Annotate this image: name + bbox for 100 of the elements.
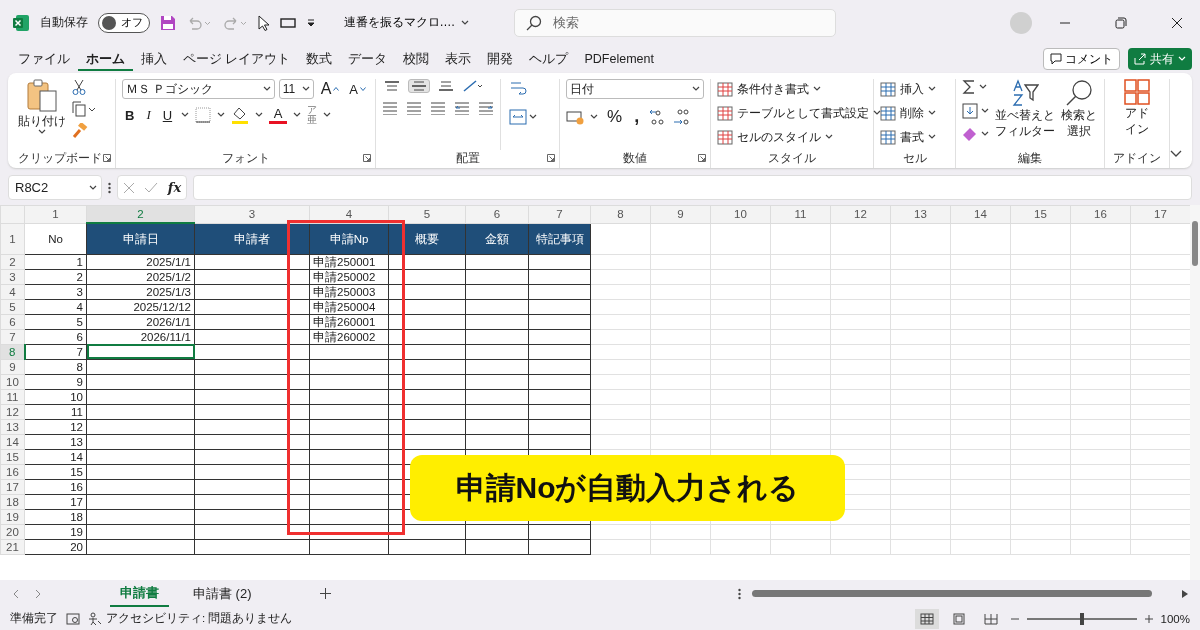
- menu-tab[interactable]: ヘルプ: [521, 47, 577, 71]
- shrink-font-button[interactable]: A: [346, 80, 369, 98]
- vertical-scrollbar[interactable]: [1190, 205, 1200, 580]
- zoom-level[interactable]: 100%: [1160, 612, 1190, 625]
- decrease-decimal-icon[interactable]: [672, 107, 691, 126]
- sheet-tab[interactable]: 申請書: [110, 580, 169, 607]
- macro-recording-icon[interactable]: [66, 612, 80, 625]
- caret-icon[interactable]: [928, 86, 937, 92]
- more-icon[interactable]: [738, 587, 741, 600]
- caret-icon[interactable]: [981, 131, 989, 137]
- dropdown-icon[interactable]: [306, 17, 316, 28]
- more-icon[interactable]: [108, 181, 111, 194]
- caret-icon[interactable]: [529, 114, 537, 120]
- row-header[interactable]: 1: [0, 223, 25, 254]
- caret-icon[interactable]: [262, 86, 271, 92]
- borders-icon[interactable]: [195, 107, 212, 123]
- menu-tab[interactable]: ファイル: [10, 47, 78, 71]
- increase-decimal-icon[interactable]: [648, 107, 667, 126]
- previous-icon[interactable]: [12, 588, 20, 599]
- fill-color-icon[interactable]: [231, 106, 250, 124]
- column-header[interactable]: 14: [950, 205, 1011, 223]
- column-header[interactable]: 10: [710, 205, 771, 223]
- cells-menu-button[interactable]: 挿入: [880, 79, 949, 99]
- comma-button[interactable]: ,: [631, 105, 643, 128]
- font-size-dropdown[interactable]: 11: [278, 79, 314, 99]
- percent-button[interactable]: %: [604, 105, 626, 128]
- menu-tab[interactable]: ホーム: [78, 47, 133, 71]
- column-header[interactable]: 13: [890, 205, 951, 223]
- orientation-icon[interactable]: [462, 79, 482, 93]
- format-painter-icon[interactable]: [72, 123, 88, 139]
- sort-filter-button[interactable]: 並べ替えとフィルター: [995, 79, 1055, 150]
- scroll-right-icon[interactable]: [1182, 589, 1188, 598]
- active-cell[interactable]: [86, 344, 195, 359]
- share-button[interactable]: 共有: [1128, 48, 1192, 70]
- search-field[interactable]: 検索: [514, 8, 837, 37]
- comment-button[interactable]: コメント: [1043, 48, 1120, 70]
- document-title[interactable]: 連番を振るマクロ.…: [344, 14, 470, 31]
- column-header[interactable]: 8: [590, 205, 651, 223]
- column-header[interactable]: 17: [1130, 205, 1191, 223]
- dialog-launcher-icon[interactable]: [547, 154, 556, 162]
- phonetic-button[interactable]: ア 亜: [307, 105, 318, 125]
- vertical-align-button[interactable]: [382, 80, 402, 92]
- currency-icon[interactable]: [566, 108, 585, 125]
- style-menu-button[interactable]: テーブルとして書式設定: [717, 103, 868, 123]
- caret-icon[interactable]: [323, 112, 332, 118]
- decrease-indent-icon[interactable]: [454, 101, 470, 115]
- fill-down-icon[interactable]: [962, 103, 978, 119]
- eraser-icon[interactable]: [962, 127, 978, 141]
- style-menu-button[interactable]: セルのスタイル: [717, 127, 868, 147]
- cells-menu-button[interactable]: 削除: [880, 103, 949, 123]
- column-header[interactable]: 5: [388, 205, 466, 223]
- font-color-button[interactable]: A: [269, 106, 288, 124]
- menu-tab[interactable]: 表示: [437, 47, 480, 71]
- vertical-align-button[interactable]: [436, 80, 456, 92]
- column-header[interactable]: 11: [770, 205, 831, 223]
- caret-icon[interactable]: [293, 112, 302, 118]
- column-header[interactable]: 2: [86, 205, 195, 223]
- dialog-launcher-icon[interactable]: [698, 154, 707, 162]
- grow-font-button[interactable]: A: [317, 79, 343, 99]
- menu-tab[interactable]: PDFelement: [576, 49, 662, 69]
- wrap-text-icon[interactable]: [509, 79, 527, 97]
- caret-icon[interactable]: [825, 134, 834, 140]
- bold-button[interactable]: B: [122, 106, 138, 124]
- check-icon[interactable]: [144, 181, 159, 194]
- column-header[interactable]: 9: [650, 205, 711, 223]
- caret-icon[interactable]: [217, 112, 226, 118]
- column-header[interactable]: 16: [1070, 205, 1131, 223]
- find-select-button[interactable]: 検索と選択: [1061, 79, 1097, 150]
- caret-icon[interactable]: [928, 110, 937, 116]
- sheet-tab[interactable]: 申請書 (2): [183, 581, 262, 606]
- accessibility-icon[interactable]: [88, 611, 102, 626]
- zoom-in-icon[interactable]: [1144, 614, 1153, 623]
- caret-icon[interactable]: [590, 113, 599, 120]
- name-box[interactable]: R8C2: [8, 175, 102, 200]
- caret-icon[interactable]: [813, 86, 822, 92]
- save-icon[interactable]: [160, 14, 176, 31]
- dialog-launcher-icon[interactable]: [363, 154, 371, 162]
- sum-icon[interactable]: [962, 79, 976, 95]
- menu-tab[interactable]: 校閲: [395, 47, 438, 71]
- collapse-ribbon-icon[interactable]: [1170, 150, 1182, 158]
- zoom-slider-thumb[interactable]: [1079, 612, 1084, 625]
- view-button[interactable]: [914, 608, 939, 629]
- menu-tab[interactable]: データ: [340, 47, 396, 71]
- align-right-icon[interactable]: [430, 101, 446, 115]
- caret-icon[interactable]: [979, 84, 987, 90]
- column-header[interactable]: 15: [1010, 205, 1071, 223]
- caret-icon[interactable]: [928, 134, 937, 140]
- column-header[interactable]: 6: [465, 205, 529, 223]
- caret-icon[interactable]: [301, 86, 310, 92]
- column-header[interactable]: 1: [24, 205, 87, 223]
- cells-menu-button[interactable]: 書式: [880, 127, 949, 147]
- caret-icon[interactable]: [255, 112, 264, 118]
- close-icon[interactable]: [1171, 16, 1183, 29]
- paste-button[interactable]: 貼り付け: [18, 79, 66, 150]
- caret-icon[interactable]: [38, 129, 46, 135]
- column-header[interactable]: 7: [528, 205, 591, 223]
- add-ins-button[interactable]: アドイン: [1123, 79, 1151, 150]
- menu-tab[interactable]: 挿入: [133, 47, 175, 71]
- restore-icon[interactable]: [1115, 16, 1127, 29]
- autosave-toggle[interactable]: オフ: [98, 12, 150, 33]
